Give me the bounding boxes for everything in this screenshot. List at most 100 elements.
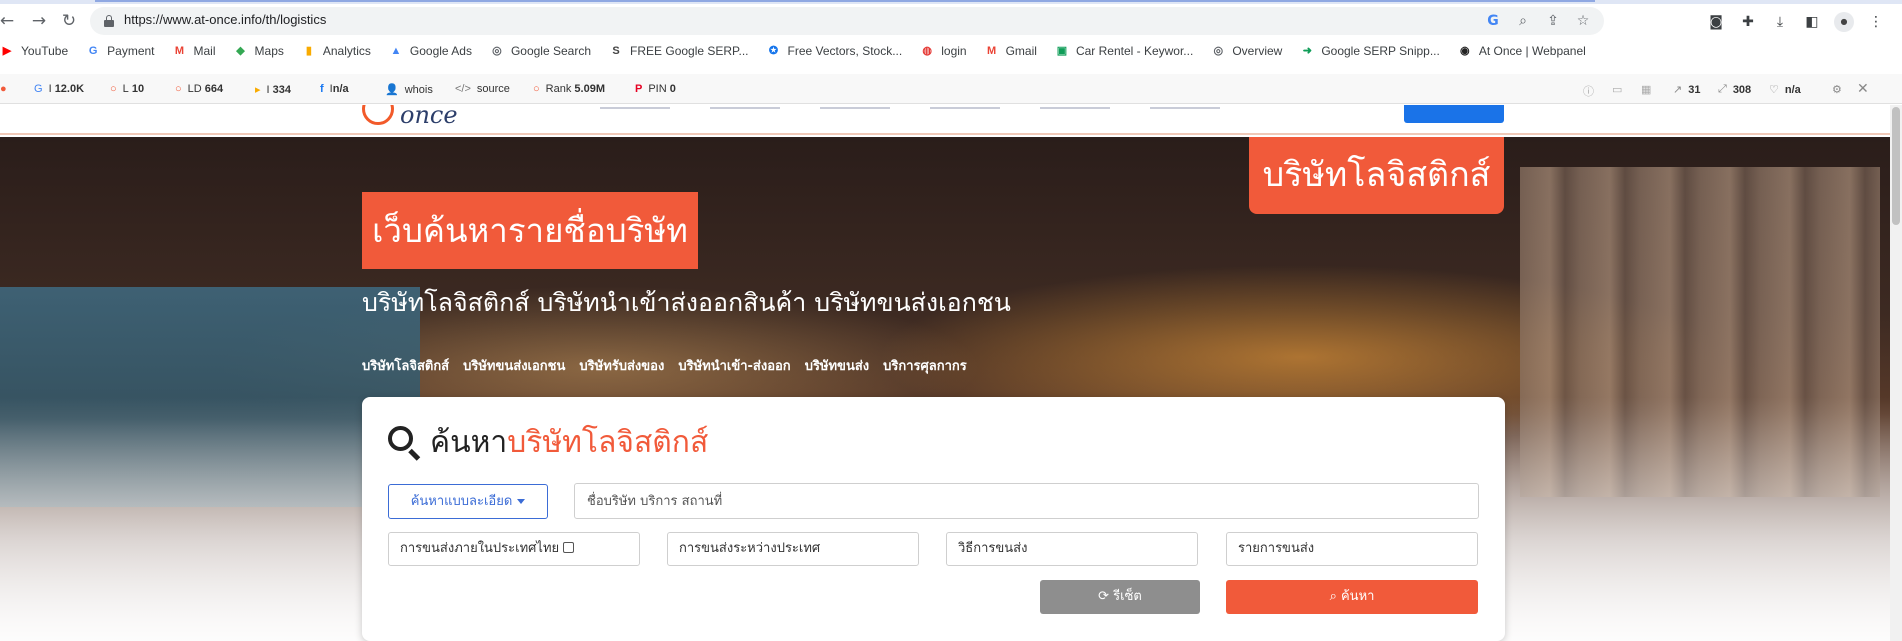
seo-external-links[interactable]: ↗ 31: [1673, 83, 1700, 97]
google-lens-icon[interactable]: G: [1484, 12, 1502, 30]
reload-icon[interactable]: ↻: [58, 10, 80, 32]
address-bar[interactable]: https://www.at-once.info/th/logistics G …: [90, 7, 1604, 35]
google-icon: G: [88, 45, 98, 57]
zoom-icon[interactable]: ⌕: [1514, 12, 1532, 30]
arrow-circle-icon: ➜: [1302, 45, 1312, 57]
circle-icon: ○: [533, 83, 540, 95]
forward-icon[interactable]: →: [28, 10, 50, 32]
items-filter[interactable]: รายการขนส่ง: [1226, 532, 1478, 566]
seo-links[interactable]: ○ L 10: [110, 83, 144, 95]
extensions-icon[interactable]: ✚: [1738, 12, 1758, 32]
bookmark-label: login: [941, 44, 967, 58]
side-panel-icon[interactable]: ◧: [1802, 12, 1822, 32]
seo-bing-index[interactable]: ▸ I 334: [255, 83, 291, 97]
pinterest-icon: P: [635, 83, 643, 95]
nav-item[interactable]: [1040, 105, 1110, 109]
bookmark-item[interactable]: ▮ Analytics: [302, 44, 371, 58]
search-button-label: ค้นหา: [1340, 589, 1375, 604]
settings-icon[interactable]: ⚙: [1832, 83, 1842, 96]
maps-icon: ◆: [236, 45, 245, 57]
method-filter[interactable]: วิธีการขนส่ง: [946, 532, 1198, 566]
seo-google-index[interactable]: GI 12.0K: [34, 83, 84, 95]
nav-item[interactable]: [820, 105, 890, 109]
page-scrollbar[interactable]: [1890, 105, 1902, 641]
profile-avatar[interactable]: ●: [1834, 12, 1854, 32]
quick-link[interactable]: บริษัทโลจิสติกส์: [362, 355, 449, 376]
seo-facebook[interactable]: f In/a: [320, 83, 349, 95]
bookmark-label: Free Vectors, Stock...: [787, 44, 903, 58]
nav-item[interactable]: [930, 105, 1000, 109]
domestic-checkbox[interactable]: [563, 542, 575, 553]
domestic-filter-label: การขนส่งภายในประเทศไทย: [400, 541, 560, 556]
back-icon[interactable]: ←: [0, 10, 18, 32]
nav-item[interactable]: [600, 105, 670, 109]
bookmark-item[interactable]: ◍ login: [920, 44, 966, 58]
bookmark-item[interactable]: ▶ YouTube: [0, 44, 68, 58]
bookmark-item[interactable]: ✪ Free Vectors, Stock...: [767, 44, 903, 58]
domestic-filter[interactable]: การขนส่งภายในประเทศไทย: [388, 532, 640, 566]
seo-linking-domains[interactable]: ○ LD 664: [175, 83, 223, 95]
globe-icon: ◎: [1213, 45, 1224, 57]
reset-label: รีเซ็ต: [1113, 589, 1142, 604]
camera-icon[interactable]: ◙: [1706, 12, 1726, 32]
bookmark-item[interactable]: ➜ Google SERP Snipp...: [1300, 44, 1440, 58]
advanced-search-button[interactable]: ค้นหาแบบละเอียด: [388, 484, 548, 519]
search-small-icon: ⌕: [1329, 589, 1341, 604]
google-ads-icon: ▲: [390, 45, 402, 57]
seo-rank[interactable]: ○ Rank 5.09M: [533, 83, 605, 95]
bookmark-label: Mail: [193, 44, 216, 58]
bookmark-item[interactable]: ▲ Google Ads: [389, 44, 472, 58]
user-icon: 👤: [385, 84, 399, 96]
logo-mark[interactable]: [362, 105, 394, 125]
analytics-icon: ▮: [305, 45, 312, 57]
caret-down-icon: [517, 499, 526, 504]
info-icon[interactable]: ⓘ: [1583, 83, 1594, 99]
seo-logo-icon[interactable]: ●: [0, 83, 13, 95]
quick-link[interactable]: บริษัทขนส่งเอกชน: [463, 355, 565, 376]
hero-subtitle: บริษัทโลจิสติกส์ บริษัทนำเข้าส่งออกสินค้…: [362, 288, 1011, 317]
seo-source[interactable]: </> source: [455, 83, 510, 95]
sheet-icon: ▣: [1056, 45, 1068, 57]
quick-link[interactable]: บริษัทขนส่ง: [805, 355, 869, 376]
nav-item[interactable]: [1150, 105, 1220, 109]
site-logo-text[interactable]: once: [400, 105, 458, 129]
bookmark-item[interactable]: S FREE Google SERP...: [609, 44, 748, 58]
url-text[interactable]: https://www.at-once.info/th/logistics: [124, 12, 326, 27]
page-viewport: once บริษัทโลจิสติกส์ เว็บค้นหารายชื่อบร…: [0, 105, 1890, 641]
nav-item[interactable]: [710, 105, 780, 109]
seo-pinterest[interactable]: P PIN 0: [635, 83, 676, 95]
search-button[interactable]: ⌕ ค้นหา: [1226, 580, 1478, 614]
menu-icon[interactable]: ⋮: [1866, 12, 1886, 32]
seo-internal-links[interactable]: ⤢ 308: [1718, 83, 1751, 96]
bookmark-item[interactable]: ◎ Google Search: [490, 44, 591, 58]
bookmark-item[interactable]: ◎ Overview: [1211, 44, 1283, 58]
bookmark-item[interactable]: M Gmail: [985, 44, 1037, 58]
login-icon: ◍: [922, 45, 933, 57]
share-icon[interactable]: ⇪: [1544, 12, 1562, 30]
bookmark-item[interactable]: ◆ Maps: [234, 44, 284, 58]
quick-link[interactable]: บริษัทรับส่งของ: [579, 355, 664, 376]
bookmark-item[interactable]: ◉ At Once | Webpanel: [1458, 44, 1586, 58]
bookmark-star-icon[interactable]: ☆: [1574, 12, 1592, 30]
bookmark-item[interactable]: G Payment: [86, 44, 155, 58]
method-filter-label: วิธีการขนส่ง: [958, 541, 1028, 556]
header-cta-button[interactable]: [1404, 105, 1504, 123]
close-icon[interactable]: ✕: [1857, 80, 1869, 97]
reset-button[interactable]: ⟳ รีเซ็ต: [1040, 580, 1200, 614]
seo-whois[interactable]: 👤 whois: [385, 83, 433, 97]
download-icon[interactable]: ⤓: [1770, 12, 1790, 32]
seo-heart[interactable]: ♡ n/a: [1769, 83, 1801, 97]
search-input[interactable]: [574, 483, 1479, 519]
chart-icon[interactable]: ▦: [1641, 83, 1651, 96]
hero-title: เว็บค้นหารายชื่อบริษัท: [362, 192, 698, 269]
bookmark-item[interactable]: ▣ Car Rentel - Keywor...: [1055, 44, 1194, 58]
youtube-icon: ▶: [2, 45, 12, 57]
quick-link[interactable]: บริษัทนำเข้า-ส่งออก: [678, 355, 790, 376]
bookmark-item[interactable]: M Mail: [173, 44, 216, 58]
search-title-highlight: บริษัทโลจิสติกส์: [507, 425, 709, 460]
quick-link[interactable]: บริการศุลกากร: [883, 355, 967, 376]
link-icon: ⤢: [1718, 83, 1727, 95]
screen-icon[interactable]: ▭: [1612, 83, 1622, 96]
scrollbar-thumb[interactable]: [1892, 107, 1900, 225]
international-filter[interactable]: การขนส่งระหว่างประเทศ: [667, 532, 919, 566]
